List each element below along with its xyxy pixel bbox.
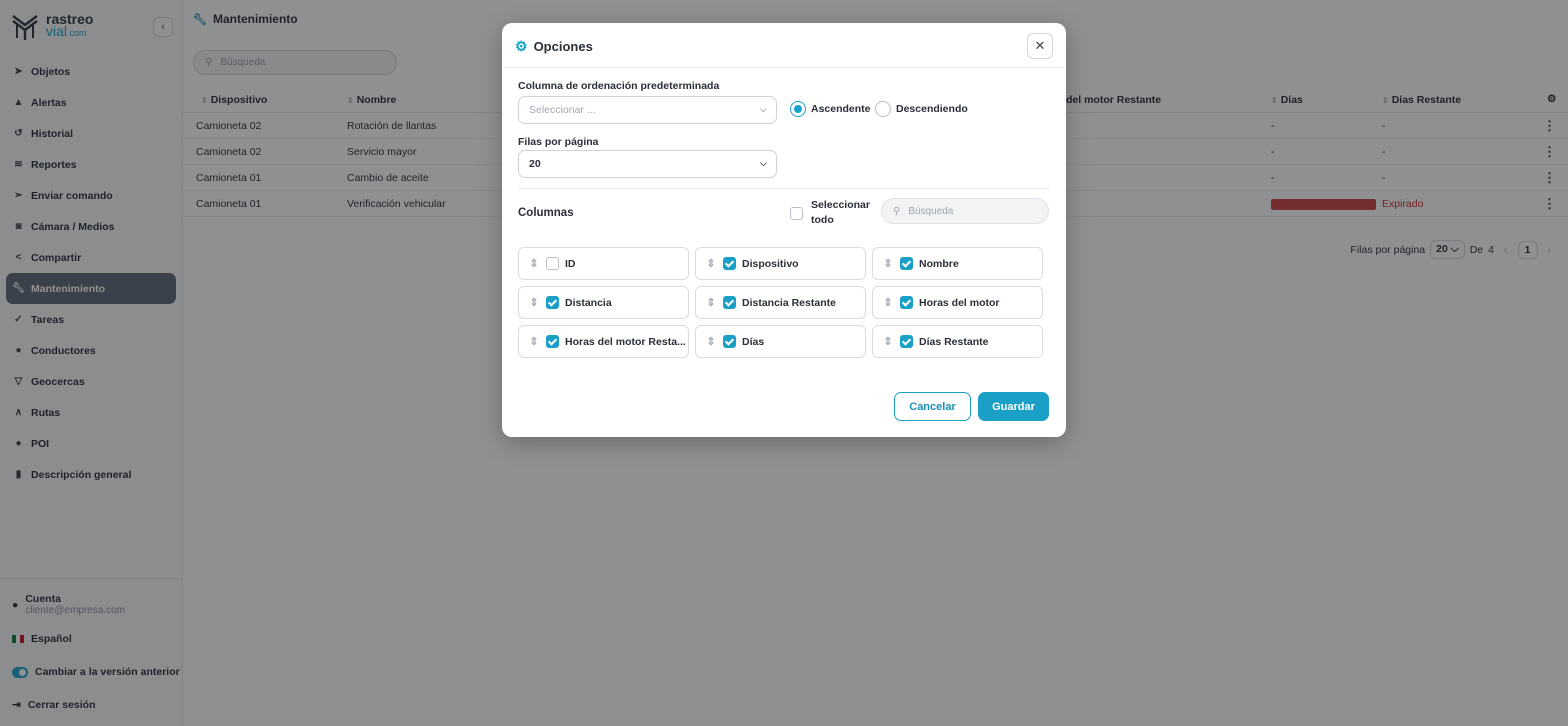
rows-per-page-select[interactable]: 20 ⌵ (518, 150, 777, 178)
search-icon: ⚲ (893, 205, 901, 217)
chevron-down-icon: ⌵ (760, 104, 767, 114)
cancel-button[interactable]: Cancelar (894, 392, 971, 421)
drag-handle-icon[interactable]: ⇕ (705, 296, 717, 309)
sort-column-label: Columna de ordenación predeterminada (518, 80, 720, 92)
drag-handle-icon[interactable]: ⇕ (528, 257, 540, 270)
checkbox-checked[interactable] (900, 335, 913, 348)
column-option-distancia[interactable]: ⇕ Distancia (518, 286, 689, 319)
columns-title: Columnas (518, 207, 574, 219)
rows-per-page-label: Filas por página (518, 136, 599, 148)
options-modal: ⚙ Opciones ✕ Columna de ordenación prede… (502, 23, 1066, 437)
checkbox-checked[interactable] (546, 296, 559, 309)
close-button[interactable]: ✕ (1027, 33, 1053, 59)
drag-handle-icon[interactable]: ⇕ (528, 335, 540, 348)
chevron-down-icon: ⌵ (760, 158, 767, 168)
drag-handle-icon[interactable]: ⇕ (705, 257, 717, 270)
drag-handle-icon[interactable]: ⇕ (882, 257, 894, 270)
close-icon: ✕ (1034, 38, 1046, 53)
save-button[interactable]: Guardar (978, 392, 1049, 421)
checkbox[interactable] (790, 206, 803, 220)
column-option-dias-restante[interactable]: ⇕ Días Restante (872, 325, 1043, 358)
radio-button-selected[interactable] (790, 101, 806, 117)
column-option-horas-motor[interactable]: ⇕ Horas del motor (872, 286, 1043, 319)
column-option-horas-motor-restante[interactable]: ⇕ Horas del motor Resta... (518, 325, 689, 358)
checkbox-checked[interactable] (723, 335, 736, 348)
radio-ascending[interactable]: Ascendente (790, 101, 871, 117)
drag-handle-icon[interactable]: ⇕ (705, 335, 717, 348)
drag-handle-icon[interactable]: ⇕ (882, 296, 894, 309)
drag-handle-icon[interactable]: ⇕ (528, 296, 540, 309)
radio-descending[interactable]: Descendiendo (875, 101, 968, 117)
checkbox[interactable] (546, 257, 559, 270)
column-option-dias[interactable]: ⇕ Días (695, 325, 866, 358)
divider (518, 188, 1050, 189)
column-search-input[interactable]: ⚲ Búsqueda (881, 198, 1049, 224)
drag-handle-icon[interactable]: ⇕ (882, 335, 894, 348)
column-option-dispositivo[interactable]: ⇕ Dispositivo (695, 247, 866, 280)
checkbox-checked[interactable] (900, 257, 913, 270)
column-option-distancia-restante[interactable]: ⇕ Distancia Restante (695, 286, 866, 319)
gear-icon: ⚙ (515, 38, 528, 54)
checkbox-checked[interactable] (900, 296, 913, 309)
checkbox-checked[interactable] (546, 335, 559, 348)
modal-header: ⚙ Opciones ✕ (502, 23, 1066, 68)
checkbox-checked[interactable] (723, 296, 736, 309)
column-option-nombre[interactable]: ⇕ Nombre (872, 247, 1043, 280)
sort-column-select[interactable]: Seleccionar ... ⌵ (518, 96, 777, 124)
checkbox-checked[interactable] (723, 257, 736, 270)
modal-title: ⚙ Opciones (515, 38, 593, 54)
column-option-id[interactable]: ⇕ ID (518, 247, 689, 280)
select-all-checkbox[interactable]: Seleccionar todo (790, 198, 870, 228)
radio-button[interactable] (875, 101, 891, 117)
